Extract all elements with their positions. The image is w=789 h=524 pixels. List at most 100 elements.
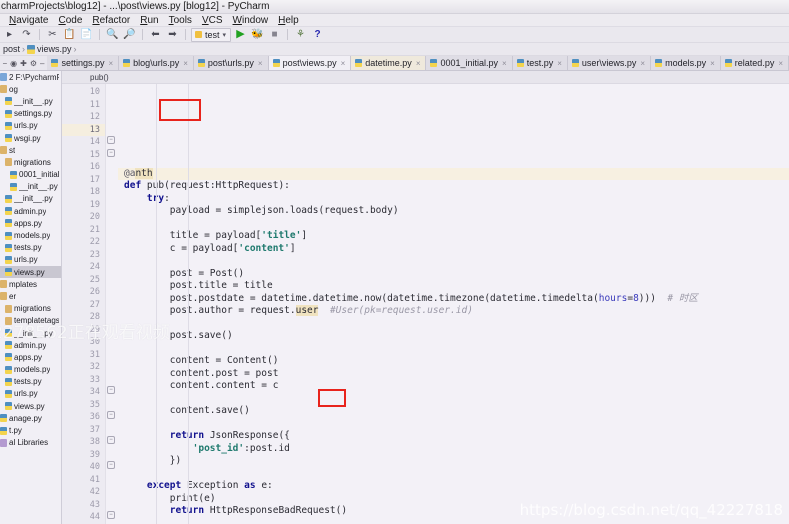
code-line[interactable]: print(e) — [118, 493, 789, 506]
code-line[interactable]: post.postdate = datetime.datetime.now(da… — [118, 293, 789, 306]
tree-node-og[interactable]: og — [0, 83, 61, 95]
code-line[interactable] — [118, 318, 789, 331]
code-line[interactable]: post.save() — [118, 330, 789, 343]
tree-node-settings-py[interactable]: settings.py — [0, 108, 61, 120]
close-icon[interactable]: × — [416, 59, 421, 68]
code-line[interactable]: title = payload['title'] — [118, 230, 789, 243]
project-tree[interactable]: 2 F:\PycharmProjects\bog__init__.pysetti… — [0, 71, 62, 524]
tree-node-tests-py[interactable]: tests.py — [0, 242, 61, 254]
tree-node-anage-py[interactable]: anage.py — [0, 412, 61, 424]
paste-icon[interactable]: 📄 — [79, 28, 94, 42]
fold-expand-icon[interactable]: − — [107, 411, 115, 419]
code-line[interactable]: post.author = request.user #User(pk=requ… — [118, 305, 789, 318]
code-line[interactable]: def pub(request:HttpRequest): — [118, 180, 789, 193]
close-icon[interactable]: × — [710, 59, 715, 68]
tree-node-models-py[interactable]: models.py — [0, 229, 61, 241]
forward-icon[interactable]: ➡ — [165, 28, 180, 42]
help-icon[interactable]: ? — [310, 28, 325, 42]
tree-node-__init__-py[interactable]: __init__.py — [0, 181, 61, 193]
tree-node-urls-py[interactable]: urls.py — [0, 120, 61, 132]
code-line[interactable]: except Exception as e: — [118, 480, 789, 493]
copy-icon[interactable]: 📋 — [62, 28, 77, 42]
fold-collapse-icon[interactable]: − — [107, 136, 115, 144]
tree-node-migrations[interactable]: migrations — [0, 156, 61, 168]
tree-node-__init__-py[interactable]: __init__.py — [0, 327, 61, 339]
code-editor[interactable]: 10 11 12 13 14 15 16 17 18 19 20 21 22 23 24 25 26 27 28 29… — [62, 84, 789, 524]
code-line[interactable]: content.save() — [118, 405, 789, 418]
tree-node-apps-py[interactable]: apps.py — [0, 217, 61, 229]
close-icon[interactable]: × — [341, 59, 346, 68]
close-icon[interactable]: × — [258, 59, 263, 68]
code-line[interactable]: return HttpResponseBadRequest() — [118, 505, 789, 518]
editor-tab-post-urls-py[interactable]: post\urls.py × — [193, 56, 269, 70]
stop-icon[interactable]: ■ — [267, 28, 282, 42]
code-line[interactable] — [118, 218, 789, 231]
expand-icon[interactable]: ✚ — [20, 59, 27, 68]
fold-collapse-icon[interactable]: − — [107, 148, 115, 157]
code-line[interactable] — [118, 130, 789, 143]
close-icon[interactable]: × — [778, 59, 783, 68]
code-line[interactable]: post.title = title — [118, 280, 789, 293]
editor-tab-settings-py[interactable]: settings.py × — [47, 56, 120, 70]
tree-node-__init__-py[interactable]: __init__.py — [0, 193, 61, 205]
tree-node-t-py[interactable]: t.py — [0, 424, 61, 436]
editor-tab-post-views-py[interactable]: post\views.py × — [268, 56, 352, 70]
breadcrumb-item-1[interactable]: views.py — [37, 44, 72, 54]
code-line[interactable]: @anth — [118, 167, 789, 180]
hide-icon[interactable]: – — [40, 59, 44, 68]
fold-expand-icon[interactable]: − — [107, 461, 115, 469]
code-line[interactable]: 'post_id':post.id — [118, 443, 789, 456]
code-line[interactable] — [118, 143, 789, 156]
tree-node-urls-py[interactable]: urls.py — [0, 388, 61, 400]
code-line[interactable]: try: — [118, 193, 789, 206]
tree-node-er[interactable]: er — [0, 290, 61, 302]
back-icon[interactable]: ⬅ — [148, 28, 163, 42]
close-icon[interactable]: × — [183, 59, 188, 68]
fold-collapse-icon[interactable]: − — [107, 386, 115, 394]
tree-node-0001_initial-py[interactable]: 0001_initial.py — [0, 169, 61, 181]
code-line[interactable] — [118, 468, 789, 481]
editor-tab-test-py[interactable]: test.py × — [512, 56, 568, 70]
editor-tab-blog-urls-py[interactable]: blog\urls.py × — [119, 56, 194, 70]
editor-tab-datetime-py[interactable]: datetime.py × — [351, 56, 427, 70]
menu-item-help[interactable]: Help — [273, 15, 304, 26]
editor-tab-0001_initial-py[interactable]: 0001_initial.py × — [426, 56, 513, 70]
code-line[interactable]: content.post = post — [118, 368, 789, 381]
code-line[interactable] — [118, 518, 789, 524]
menu-item-window[interactable]: Window — [228, 15, 274, 26]
fold-collapse-icon[interactable]: − — [107, 511, 115, 519]
code-line[interactable] — [118, 255, 789, 268]
menu-item-refactor[interactable]: Refactor — [87, 15, 135, 26]
close-icon[interactable]: × — [109, 59, 114, 68]
tree-node-apps-py[interactable]: apps.py — [0, 351, 61, 363]
close-icon[interactable]: × — [502, 59, 507, 68]
target-icon[interactable]: ◉ — [10, 59, 17, 68]
tree-node-admin-py[interactable]: admin.py — [0, 205, 61, 217]
editor-tab-related-py[interactable]: related.py × — [720, 56, 789, 70]
collapse-all-icon[interactable]: − — [2, 59, 7, 68]
menu-item-vcs[interactable]: VCS — [197, 15, 228, 26]
tree-node-tests-py[interactable]: tests.py — [0, 376, 61, 388]
run-icon[interactable]: ▶ — [233, 28, 248, 42]
tree-node-wsgi-py[interactable]: wsgi.py — [0, 132, 61, 144]
fold-rail[interactable]: − − − − − − − — [106, 84, 118, 524]
menu-item-run[interactable]: Run — [135, 15, 163, 26]
tree-node-migrations[interactable]: migrations — [0, 303, 61, 315]
tree-node-2--F--PycharmProjects-b[interactable]: 2 F:\PycharmProjects\b — [0, 71, 61, 83]
tree-node-__init__-py[interactable]: __init__.py — [0, 95, 61, 107]
sync-icon[interactable]: ↷ — [19, 28, 34, 42]
tree-node-admin-py[interactable]: admin.py — [0, 339, 61, 351]
tree-node-views-py[interactable]: views.py — [0, 400, 61, 412]
code-line[interactable] — [118, 343, 789, 356]
breadcrumb-item-0[interactable]: post — [3, 44, 20, 54]
debug-icon[interactable]: 🐝 — [250, 28, 265, 42]
replace-icon[interactable]: 🔎 — [122, 28, 137, 42]
tree-node-al-Libraries[interactable]: al Libraries — [0, 437, 61, 449]
code-line[interactable]: return JsonResponse({ — [118, 430, 789, 443]
fold-collapse-icon[interactable]: − — [107, 436, 115, 444]
editor-tab-models-py[interactable]: models.py × — [651, 56, 721, 70]
tree-node-views-py[interactable]: views.py — [0, 266, 61, 279]
code-line[interactable]: payload = simplejson.loads(request.body) — [118, 205, 789, 218]
menu-item-code[interactable]: Code — [53, 15, 87, 26]
cut-icon[interactable]: ✂ — [45, 28, 60, 42]
